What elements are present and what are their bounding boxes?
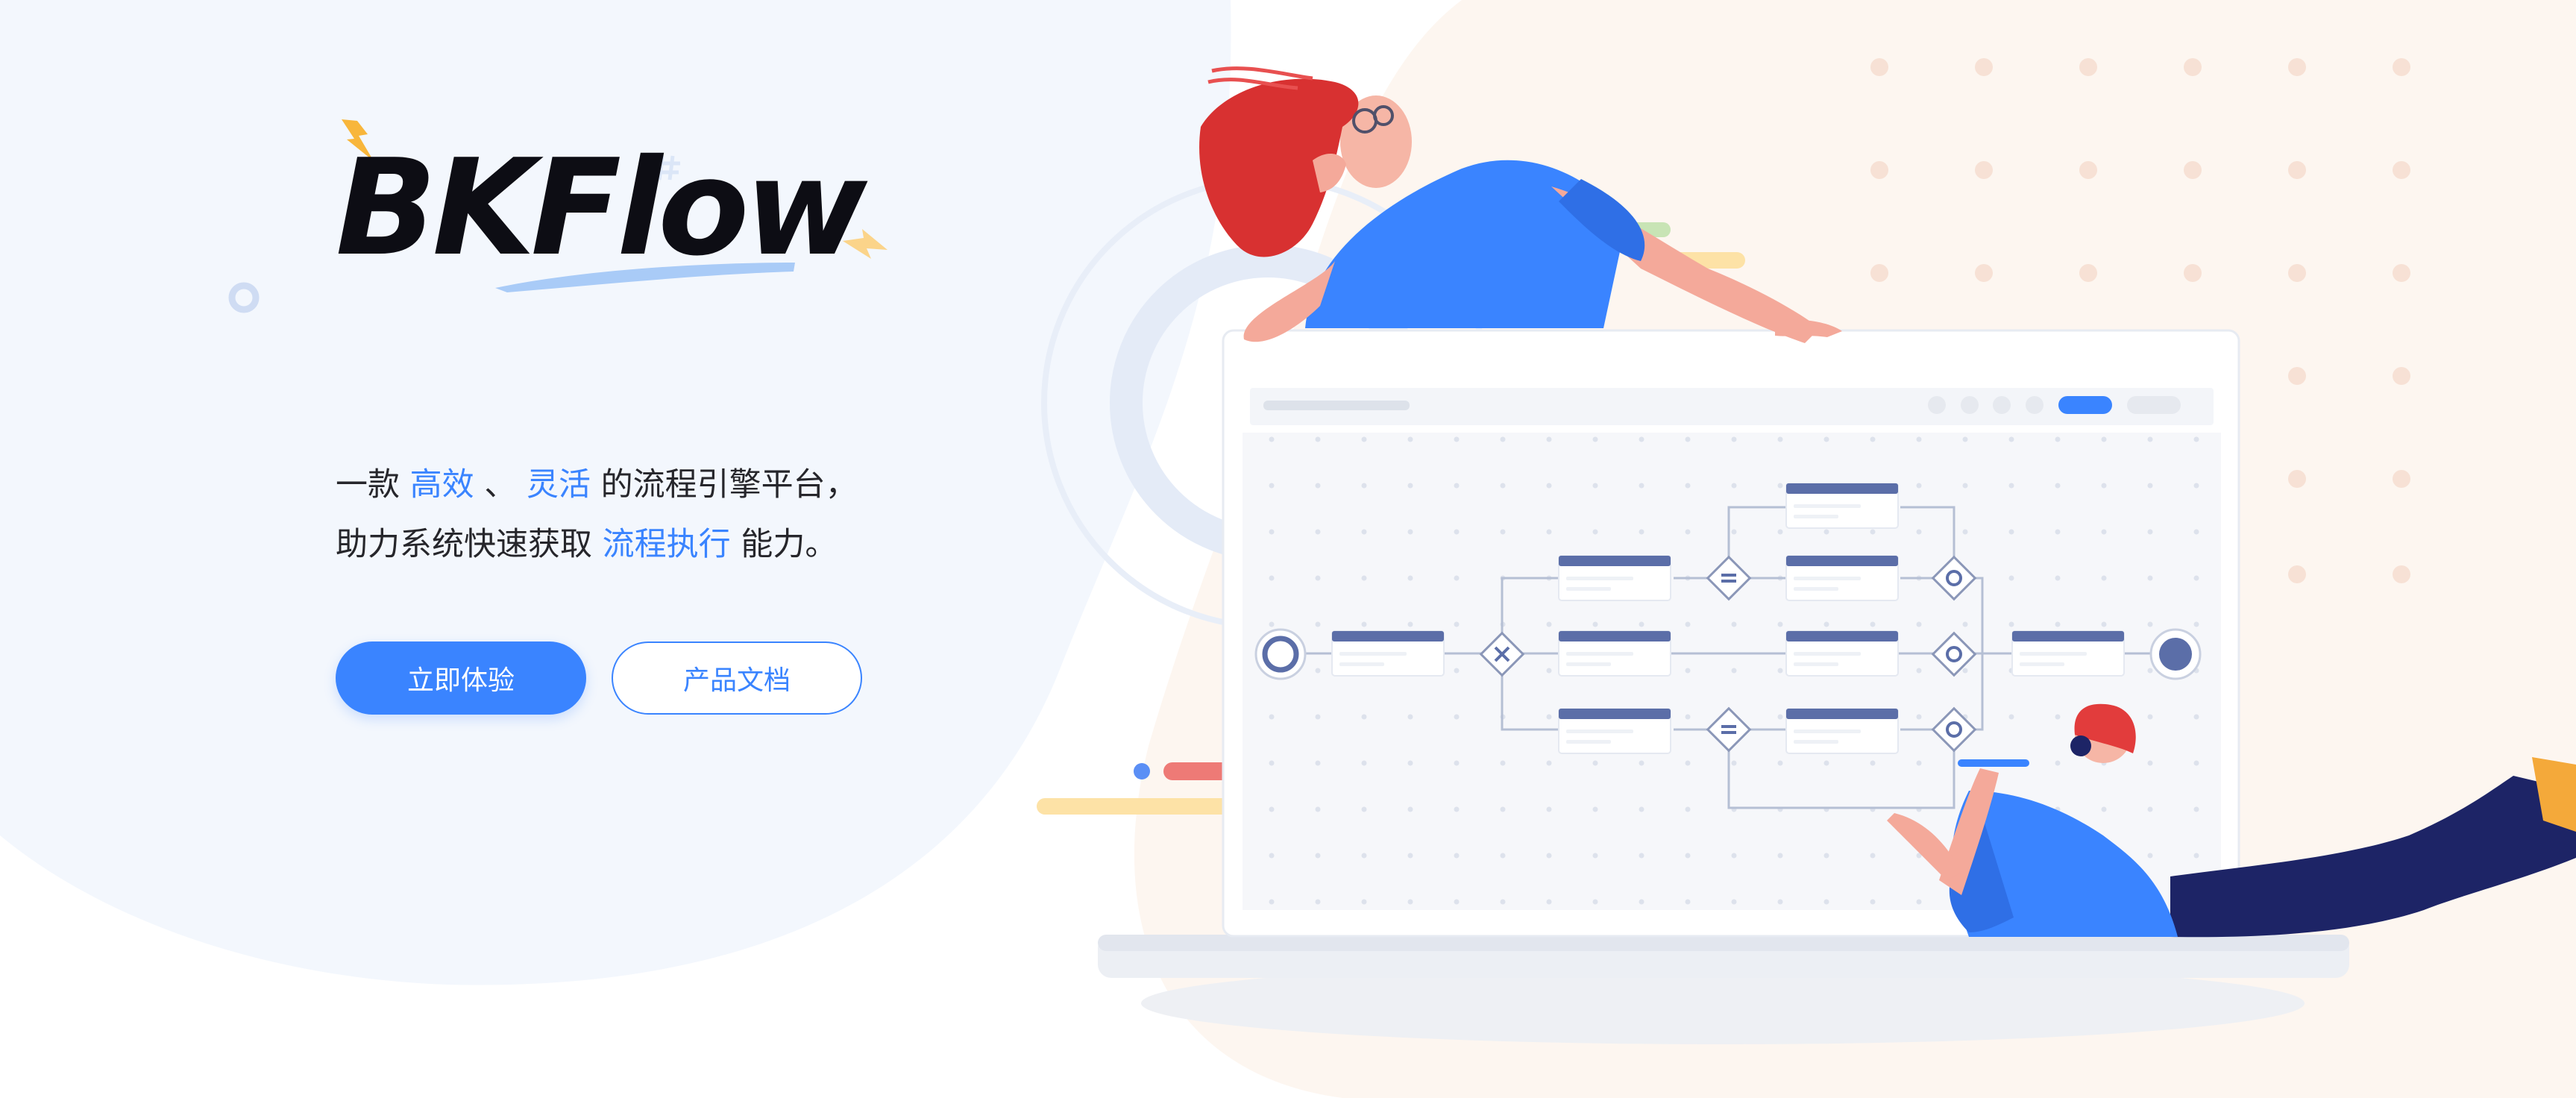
logo-text: BKFlow [336, 131, 867, 285]
product-logo: BKFlow [336, 112, 888, 306]
landing-page: BKFlow 一款 高效 、 灵活 的流程引擎平台，助力系统快速获取 流程执行 … [0, 0, 2576, 1098]
toolbar-title-placeholder [1263, 401, 1410, 410]
start-event [1254, 628, 1307, 680]
task-node [2011, 630, 2125, 677]
task-node [1785, 708, 1899, 754]
task-node [1785, 483, 1899, 529]
task-node [1558, 708, 1671, 754]
task-node [1558, 555, 1671, 601]
toolbar-pill-active [2058, 396, 2112, 414]
end-event [2149, 628, 2202, 680]
woman-figure [1199, 66, 1842, 343]
task-node [1785, 630, 1899, 677]
task-node [1785, 555, 1899, 601]
task-node [1558, 630, 1671, 677]
pen-icon [1958, 759, 2029, 767]
task-node [1331, 630, 1445, 677]
